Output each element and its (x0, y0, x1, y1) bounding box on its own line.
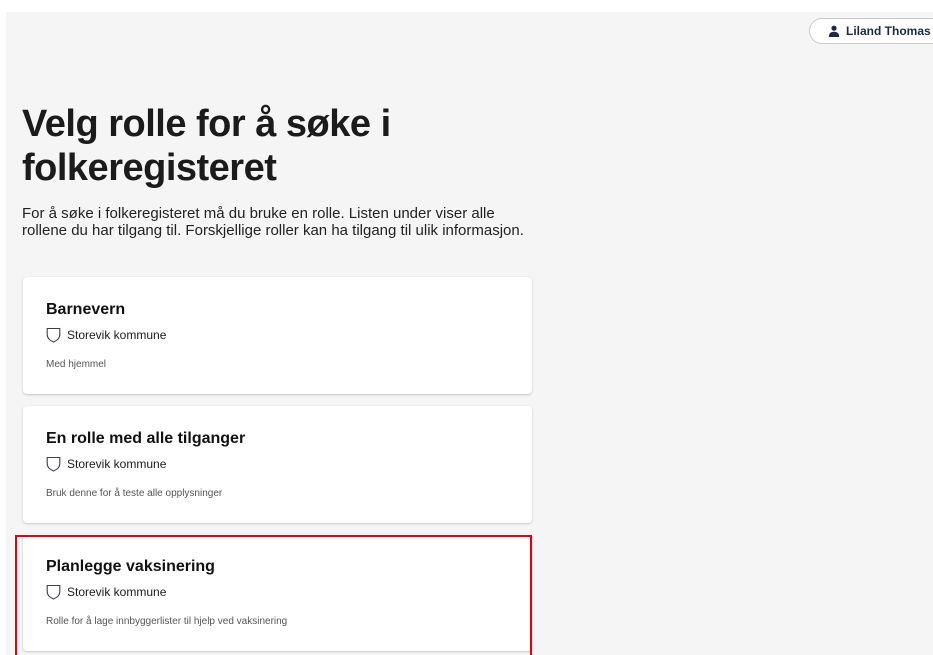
role-organization-label: Storevik kommune (67, 457, 167, 471)
role-description: Med hjemmel (46, 359, 107, 370)
shield-icon (46, 584, 61, 600)
role-title: En rolle med alle tilganger (46, 430, 246, 447)
role-description: Rolle for å lage innbyggerlister til hje… (46, 616, 288, 627)
role-organization-label: Storevik kommune (67, 328, 167, 342)
role-card-planlegge-vaksinering[interactable]: Planlegge vaksinering Storevik kommune R… (23, 534, 532, 651)
role-card-barnevern[interactable]: Barnevern Storevik kommune Med hjemmel (23, 277, 532, 394)
role-organization: Storevik kommune (46, 584, 166, 600)
user-menu-button[interactable]: Liland Thomas (809, 18, 933, 44)
role-description: Bruk denne for å teste alle opplysninger (46, 488, 223, 499)
page-title: Velg rolle for å søke i folkeregisteret (22, 103, 391, 189)
person-icon (828, 25, 840, 37)
user-name: Liland Thomas (846, 24, 931, 38)
role-title: Barnevern (46, 301, 126, 318)
role-organization: Storevik kommune (46, 456, 166, 472)
role-organization-label: Storevik kommune (67, 585, 167, 599)
shield-icon (46, 327, 61, 343)
page: Liland Thomas Velg rolle for å søke i fo… (6, 12, 933, 655)
role-card-alle-tilganger[interactable]: En rolle med alle tilganger Storevik kom… (23, 406, 532, 523)
intro-text: For å søke i folkeregisteret må du bruke… (22, 205, 524, 239)
role-organization: Storevik kommune (46, 327, 166, 343)
role-title: Planlegge vaksinering (46, 558, 215, 575)
shield-icon (46, 456, 61, 472)
